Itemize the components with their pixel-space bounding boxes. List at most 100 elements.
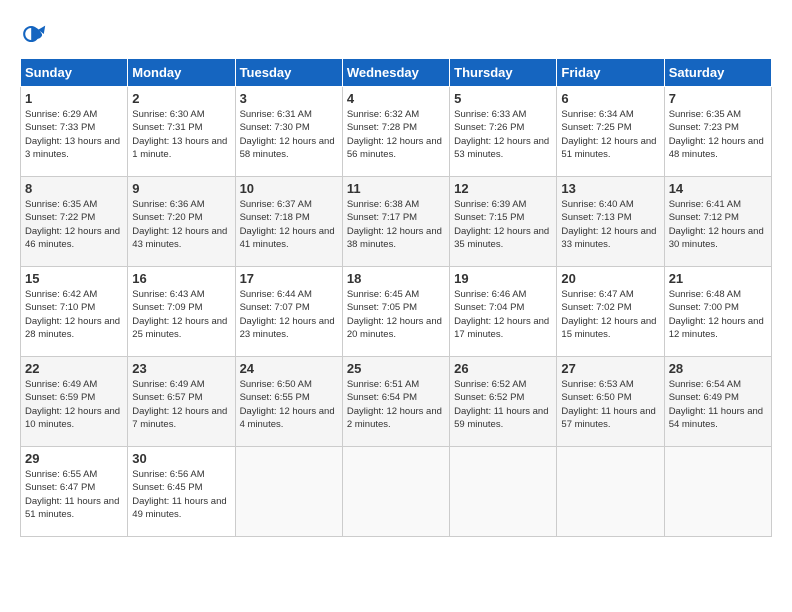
logo — [20, 20, 52, 48]
calendar-day-cell: 21 Sunrise: 6:48 AM Sunset: 7:00 PM Dayl… — [664, 267, 771, 357]
calendar-day-cell: 17 Sunrise: 6:44 AM Sunset: 7:07 PM Dayl… — [235, 267, 342, 357]
day-number: 21 — [669, 271, 767, 286]
day-number: 2 — [132, 91, 230, 106]
calendar-day-cell — [342, 447, 449, 537]
calendar-day-cell — [557, 447, 664, 537]
day-number: 8 — [25, 181, 123, 196]
calendar-day-cell: 9 Sunrise: 6:36 AM Sunset: 7:20 PM Dayli… — [128, 177, 235, 267]
calendar-day-cell: 11 Sunrise: 6:38 AM Sunset: 7:17 PM Dayl… — [342, 177, 449, 267]
calendar-week-row: 22 Sunrise: 6:49 AM Sunset: 6:59 PM Dayl… — [21, 357, 772, 447]
day-number: 11 — [347, 181, 445, 196]
calendar-day-cell: 29 Sunrise: 6:55 AM Sunset: 6:47 PM Dayl… — [21, 447, 128, 537]
day-info: Sunrise: 6:44 AM Sunset: 7:07 PM Dayligh… — [240, 288, 338, 341]
day-number: 22 — [25, 361, 123, 376]
day-info: Sunrise: 6:41 AM Sunset: 7:12 PM Dayligh… — [669, 198, 767, 251]
calendar-day-cell — [235, 447, 342, 537]
weekday-header: Friday — [557, 59, 664, 87]
day-info: Sunrise: 6:34 AM Sunset: 7:25 PM Dayligh… — [561, 108, 659, 161]
calendar-day-cell: 22 Sunrise: 6:49 AM Sunset: 6:59 PM Dayl… — [21, 357, 128, 447]
day-number: 7 — [669, 91, 767, 106]
calendar-week-row: 8 Sunrise: 6:35 AM Sunset: 7:22 PM Dayli… — [21, 177, 772, 267]
day-info: Sunrise: 6:35 AM Sunset: 7:23 PM Dayligh… — [669, 108, 767, 161]
day-info: Sunrise: 6:56 AM Sunset: 6:45 PM Dayligh… — [132, 468, 230, 521]
calendar-day-cell: 6 Sunrise: 6:34 AM Sunset: 7:25 PM Dayli… — [557, 87, 664, 177]
day-number: 3 — [240, 91, 338, 106]
calendar-day-cell: 13 Sunrise: 6:40 AM Sunset: 7:13 PM Dayl… — [557, 177, 664, 267]
day-number: 23 — [132, 361, 230, 376]
day-number: 14 — [669, 181, 767, 196]
day-info: Sunrise: 6:35 AM Sunset: 7:22 PM Dayligh… — [25, 198, 123, 251]
day-info: Sunrise: 6:32 AM Sunset: 7:28 PM Dayligh… — [347, 108, 445, 161]
day-info: Sunrise: 6:30 AM Sunset: 7:31 PM Dayligh… — [132, 108, 230, 161]
calendar-body: 1 Sunrise: 6:29 AM Sunset: 7:33 PM Dayli… — [21, 87, 772, 537]
day-number: 28 — [669, 361, 767, 376]
calendar-day-cell: 2 Sunrise: 6:30 AM Sunset: 7:31 PM Dayli… — [128, 87, 235, 177]
calendar-day-cell: 1 Sunrise: 6:29 AM Sunset: 7:33 PM Dayli… — [21, 87, 128, 177]
day-info: Sunrise: 6:38 AM Sunset: 7:17 PM Dayligh… — [347, 198, 445, 251]
day-info: Sunrise: 6:54 AM Sunset: 6:49 PM Dayligh… — [669, 378, 767, 431]
calendar-day-cell: 3 Sunrise: 6:31 AM Sunset: 7:30 PM Dayli… — [235, 87, 342, 177]
calendar-day-cell: 24 Sunrise: 6:50 AM Sunset: 6:55 PM Dayl… — [235, 357, 342, 447]
day-number: 27 — [561, 361, 659, 376]
day-info: Sunrise: 6:42 AM Sunset: 7:10 PM Dayligh… — [25, 288, 123, 341]
day-number: 20 — [561, 271, 659, 286]
day-info: Sunrise: 6:52 AM Sunset: 6:52 PM Dayligh… — [454, 378, 552, 431]
calendar-week-row: 29 Sunrise: 6:55 AM Sunset: 6:47 PM Dayl… — [21, 447, 772, 537]
calendar-day-cell: 15 Sunrise: 6:42 AM Sunset: 7:10 PM Dayl… — [21, 267, 128, 357]
calendar-day-cell: 12 Sunrise: 6:39 AM Sunset: 7:15 PM Dayl… — [450, 177, 557, 267]
day-number: 25 — [347, 361, 445, 376]
day-info: Sunrise: 6:51 AM Sunset: 6:54 PM Dayligh… — [347, 378, 445, 431]
weekday-header: Thursday — [450, 59, 557, 87]
calendar-day-cell — [664, 447, 771, 537]
day-number: 24 — [240, 361, 338, 376]
day-number: 30 — [132, 451, 230, 466]
weekday-header: Wednesday — [342, 59, 449, 87]
calendar-day-cell: 23 Sunrise: 6:49 AM Sunset: 6:57 PM Dayl… — [128, 357, 235, 447]
calendar-week-row: 15 Sunrise: 6:42 AM Sunset: 7:10 PM Dayl… — [21, 267, 772, 357]
day-number: 12 — [454, 181, 552, 196]
day-info: Sunrise: 6:39 AM Sunset: 7:15 PM Dayligh… — [454, 198, 552, 251]
day-info: Sunrise: 6:48 AM Sunset: 7:00 PM Dayligh… — [669, 288, 767, 341]
day-number: 5 — [454, 91, 552, 106]
day-info: Sunrise: 6:55 AM Sunset: 6:47 PM Dayligh… — [25, 468, 123, 521]
day-number: 10 — [240, 181, 338, 196]
day-number: 4 — [347, 91, 445, 106]
day-number: 1 — [25, 91, 123, 106]
calendar-table: SundayMondayTuesdayWednesdayThursdayFrid… — [20, 58, 772, 537]
calendar-day-cell: 14 Sunrise: 6:41 AM Sunset: 7:12 PM Dayl… — [664, 177, 771, 267]
day-number: 26 — [454, 361, 552, 376]
calendar-day-cell: 8 Sunrise: 6:35 AM Sunset: 7:22 PM Dayli… — [21, 177, 128, 267]
day-number: 13 — [561, 181, 659, 196]
day-number: 29 — [25, 451, 123, 466]
calendar-day-cell: 27 Sunrise: 6:53 AM Sunset: 6:50 PM Dayl… — [557, 357, 664, 447]
day-info: Sunrise: 6:33 AM Sunset: 7:26 PM Dayligh… — [454, 108, 552, 161]
day-info: Sunrise: 6:37 AM Sunset: 7:18 PM Dayligh… — [240, 198, 338, 251]
calendar-day-cell: 5 Sunrise: 6:33 AM Sunset: 7:26 PM Dayli… — [450, 87, 557, 177]
calendar-week-row: 1 Sunrise: 6:29 AM Sunset: 7:33 PM Dayli… — [21, 87, 772, 177]
day-info: Sunrise: 6:49 AM Sunset: 6:59 PM Dayligh… — [25, 378, 123, 431]
weekday-header: Tuesday — [235, 59, 342, 87]
calendar-day-cell: 19 Sunrise: 6:46 AM Sunset: 7:04 PM Dayl… — [450, 267, 557, 357]
day-number: 17 — [240, 271, 338, 286]
calendar-day-cell — [450, 447, 557, 537]
day-info: Sunrise: 6:31 AM Sunset: 7:30 PM Dayligh… — [240, 108, 338, 161]
calendar-day-cell: 25 Sunrise: 6:51 AM Sunset: 6:54 PM Dayl… — [342, 357, 449, 447]
calendar-day-cell: 28 Sunrise: 6:54 AM Sunset: 6:49 PM Dayl… — [664, 357, 771, 447]
calendar-day-cell: 30 Sunrise: 6:56 AM Sunset: 6:45 PM Dayl… — [128, 447, 235, 537]
day-info: Sunrise: 6:53 AM Sunset: 6:50 PM Dayligh… — [561, 378, 659, 431]
weekday-header: Monday — [128, 59, 235, 87]
day-number: 16 — [132, 271, 230, 286]
day-number: 18 — [347, 271, 445, 286]
calendar-header-row: SundayMondayTuesdayWednesdayThursdayFrid… — [21, 59, 772, 87]
calendar-day-cell: 10 Sunrise: 6:37 AM Sunset: 7:18 PM Dayl… — [235, 177, 342, 267]
page-header — [20, 20, 772, 48]
day-number: 6 — [561, 91, 659, 106]
calendar-day-cell: 20 Sunrise: 6:47 AM Sunset: 7:02 PM Dayl… — [557, 267, 664, 357]
calendar-day-cell: 7 Sunrise: 6:35 AM Sunset: 7:23 PM Dayli… — [664, 87, 771, 177]
day-number: 9 — [132, 181, 230, 196]
calendar-day-cell: 26 Sunrise: 6:52 AM Sunset: 6:52 PM Dayl… — [450, 357, 557, 447]
day-info: Sunrise: 6:50 AM Sunset: 6:55 PM Dayligh… — [240, 378, 338, 431]
calendar-day-cell: 4 Sunrise: 6:32 AM Sunset: 7:28 PM Dayli… — [342, 87, 449, 177]
calendar-day-cell: 16 Sunrise: 6:43 AM Sunset: 7:09 PM Dayl… — [128, 267, 235, 357]
logo-icon — [20, 20, 48, 48]
